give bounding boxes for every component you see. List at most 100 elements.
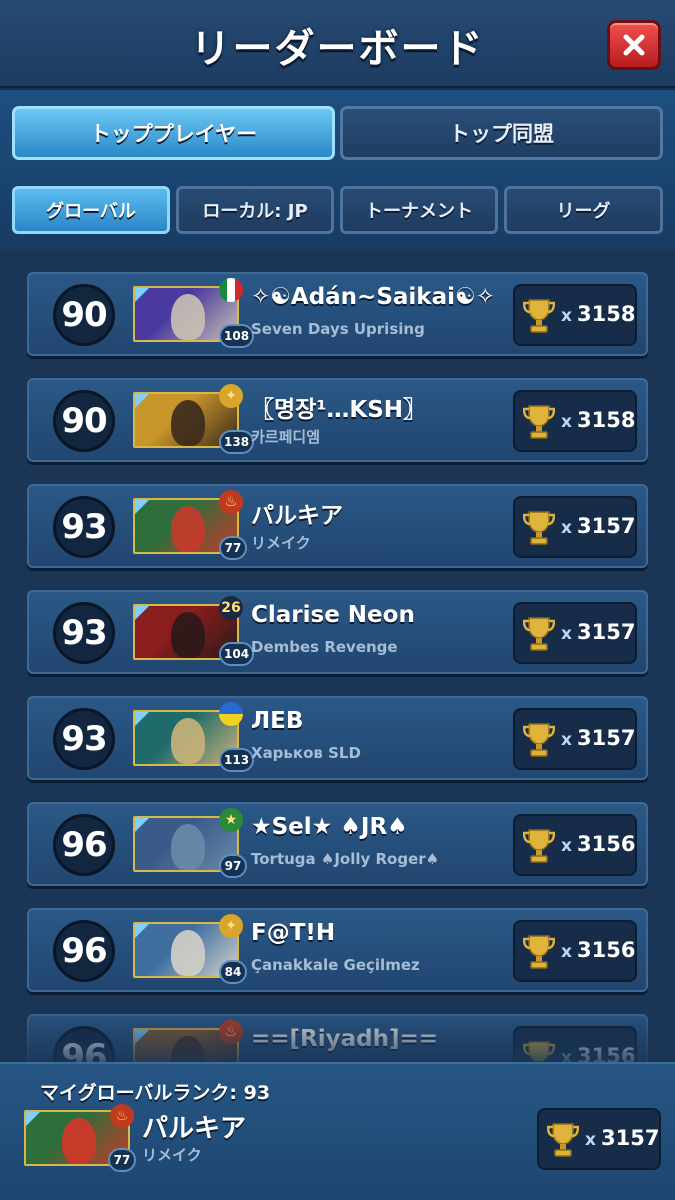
portrait-corner-icon <box>135 606 149 620</box>
trophy-multiplier: x <box>561 306 572 326</box>
alliance-name: Dembes Revenge <box>251 638 398 656</box>
portrait-corner-icon <box>135 818 149 832</box>
trophy-count: x 3156 <box>513 814 637 876</box>
trophy-value: 3156 <box>577 938 636 962</box>
player-name: ✧☯Adán~Saikai☯✧ <box>251 284 495 310</box>
tab-label: ローカル: JP <box>202 201 308 222</box>
level-badge: 108 <box>219 324 255 348</box>
trophy-count: x 3157 <box>537 1108 661 1170</box>
trophy-icon <box>523 829 555 863</box>
portrait-corner-icon <box>135 500 149 514</box>
scroll-fade <box>0 1002 675 1062</box>
tab-league[interactable]: リーグ <box>504 186 663 234</box>
alliance-name: Tortuga ♠Jolly Roger♠ <box>251 850 440 868</box>
rank-number: 93 <box>53 602 115 664</box>
alliance-name: 카르페디엠 <box>251 428 321 446</box>
player-name: パルキア <box>251 503 343 529</box>
title-bar: リーダーボード <box>0 0 675 88</box>
trophy-multiplier: x <box>585 1130 596 1150</box>
leaderboard-row[interactable]: 93 113 ЛЕВ Харьков SLD x 3157 <box>27 696 648 780</box>
trophy-icon <box>523 617 555 651</box>
level-badge: 104 <box>219 642 255 666</box>
trophy-value: 3156 <box>577 832 636 856</box>
gold-medal-icon: ✦ <box>219 914 243 938</box>
leaderboard-row[interactable]: 96 ★ 97 ★Sel★ ♠JR♠ Tortuga ♠Jolly Roger♠… <box>27 802 648 886</box>
level-badge: 77 <box>108 1148 136 1172</box>
hero-face <box>171 612 205 658</box>
portrait-corner-icon <box>135 288 149 302</box>
level-badge: 113 <box>219 748 255 772</box>
trophy-value: 3157 <box>577 726 636 750</box>
hero-face <box>171 824 205 870</box>
level-badge: 138 <box>219 430 255 454</box>
trophy-count: x 3156 <box>513 920 637 982</box>
tab-local-jp[interactable]: ローカル: JP <box>176 186 334 234</box>
hero-face <box>171 400 205 446</box>
portrait-corner-icon <box>135 394 149 408</box>
leaderboard-row[interactable]: 93 ♨ 77 パルキア リメイク x 3157 <box>27 484 648 568</box>
portrait-corner-icon <box>135 924 149 938</box>
close-button[interactable] <box>607 20 661 70</box>
trophy-value: 3157 <box>601 1126 660 1150</box>
green-star-icon: ★ <box>219 808 243 832</box>
rank-number: 96 <box>53 814 115 876</box>
trophy-icon <box>523 935 555 969</box>
leaderboard-row[interactable]: 96 ✦ 84 F@T!H Çanakkale Geçilmez x 3156 <box>27 908 648 992</box>
red-flame-icon: ♨ <box>110 1104 134 1128</box>
trophy-multiplier: x <box>561 730 572 750</box>
trophy-value: 3157 <box>577 514 636 538</box>
trophy-multiplier: x <box>561 518 572 538</box>
player-name: パルキア <box>142 1114 247 1144</box>
alliance-name: リメイク <box>251 534 311 552</box>
trophy-multiplier: x <box>561 412 572 432</box>
trophy-icon <box>547 1123 579 1157</box>
trophy-icon <box>523 299 555 333</box>
tab-top-players[interactable]: トッププレイヤー <box>12 106 335 160</box>
trophy-icon <box>523 511 555 545</box>
tabs-area: トッププレイヤー トップ同盟 グローバル ローカル: JP トーナメント リーグ <box>0 90 675 250</box>
leaderboard-row[interactable]: 93 26 104 Clarise Neon Dembes Revenge x … <box>27 590 648 674</box>
trophy-multiplier: x <box>561 942 572 962</box>
my-rank-panel: マイグローバルランク: 93 ♨ 77 パルキア リメイク x 3157 <box>0 1062 675 1200</box>
leaderboard-row[interactable]: 90 ✦ 138 〖명장¹…KSH〗 카르페디엠 x 3158 <box>27 378 648 462</box>
mexico-flag-icon <box>219 278 243 302</box>
close-icon <box>623 34 645 56</box>
hero-face <box>171 294 205 340</box>
player-name: Clarise Neon <box>251 602 415 628</box>
tab-label: トーナメント <box>365 201 473 222</box>
trophy-count: x 3158 <box>513 390 637 452</box>
level-badge: 84 <box>219 960 247 984</box>
leaderboard-row[interactable]: 90 108 ✧☯Adán~Saikai☯✧ Seven Days Uprisi… <box>27 272 648 356</box>
alliance-name: Харьков SLD <box>251 744 361 762</box>
page-title: リーダーボード <box>190 26 485 72</box>
portrait-corner-icon <box>26 1112 40 1126</box>
tab-top-alliances[interactable]: トップ同盟 <box>340 106 663 160</box>
player-name: ЛЕВ <box>251 708 304 734</box>
player-name: 〖명장¹…KSH〗 <box>251 397 427 423</box>
hero-face <box>171 506 205 552</box>
tab-global[interactable]: グローバル <box>12 186 170 234</box>
level-badge: 77 <box>219 536 247 560</box>
level-badge: 97 <box>219 854 247 878</box>
trophy-count: x 3158 <box>513 284 637 346</box>
tab-label: リーグ <box>556 201 611 222</box>
rank-number: 93 <box>53 708 115 770</box>
rank-number: 90 <box>53 284 115 346</box>
trophy-count: x 3157 <box>513 602 637 664</box>
tab-tournament[interactable]: トーナメント <box>340 186 498 234</box>
alliance-name: Seven Days Uprising <box>251 320 425 338</box>
portrait-corner-icon <box>135 712 149 726</box>
tab-label: グローバル <box>46 201 136 222</box>
gold-medal-icon: ✦ <box>219 384 243 408</box>
trophy-icon <box>523 723 555 757</box>
alliance-name: Çanakkale Geçilmez <box>251 956 420 974</box>
trophy-count: x 3157 <box>513 496 637 558</box>
red-flame-icon: ♨ <box>219 490 243 514</box>
trophy-value: 3158 <box>577 408 636 432</box>
trophy-value: 3157 <box>577 620 636 644</box>
hero-face <box>171 930 205 976</box>
player-name: ★Sel★ ♠JR♠ <box>251 814 408 840</box>
leaderboard-list[interactable]: 90 108 ✧☯Adán~Saikai☯✧ Seven Days Uprisi… <box>0 250 675 1062</box>
trophy-value: 3158 <box>577 302 636 326</box>
alliance-name: リメイク <box>142 1146 202 1164</box>
